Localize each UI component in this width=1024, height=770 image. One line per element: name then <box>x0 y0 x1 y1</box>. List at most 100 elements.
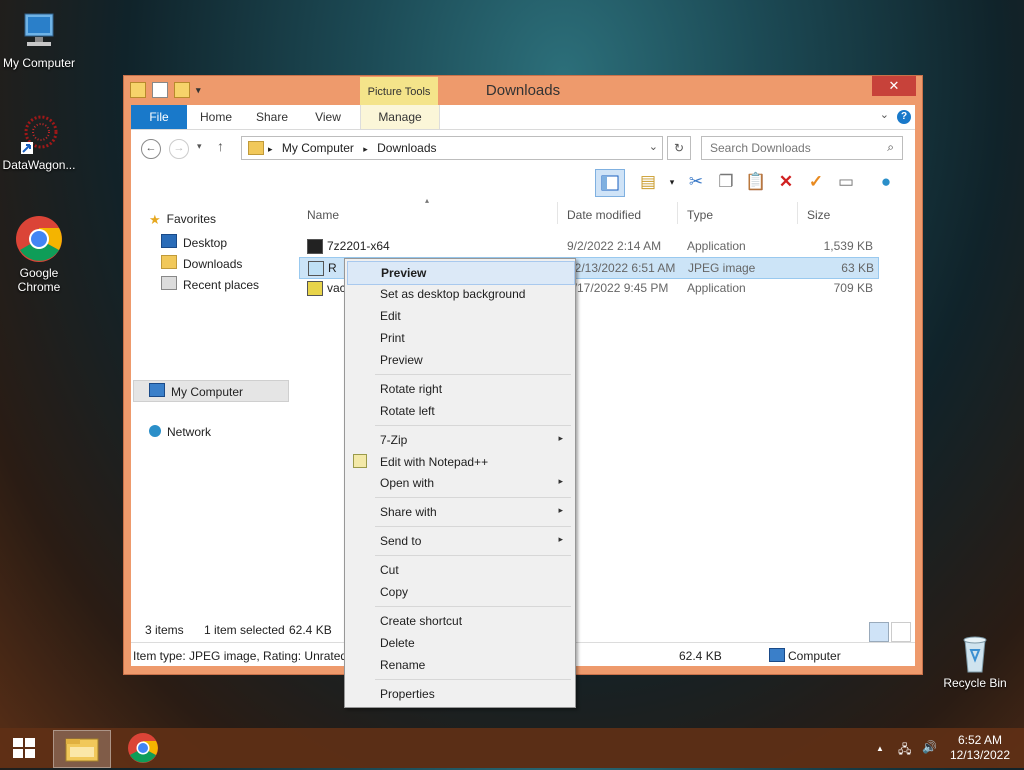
network-icon <box>149 425 161 437</box>
column-header-date[interactable]: Date modified <box>567 208 641 222</box>
globe-icon[interactable]: ● <box>873 169 899 195</box>
menu-item-share-with[interactable]: Share with ▸ <box>347 501 573 523</box>
minimize-button[interactable] <box>818 76 844 96</box>
file-date: 12/13/2022 6:51 AM <box>568 261 676 275</box>
menu-item-label: Rotate right <box>380 382 443 396</box>
menu-item-preview-2[interactable]: Preview <box>347 349 573 371</box>
tab-view[interactable]: View <box>305 105 351 129</box>
clock-date: 12/13/2022 <box>949 748 1010 762</box>
breadcrumb-separator: ▸ <box>363 144 368 154</box>
network-icon[interactable]: 🖧 <box>898 740 911 761</box>
column-header-size[interactable]: Size <box>807 208 830 222</box>
preview-pane-icon[interactable] <box>595 169 625 197</box>
menu-item-set-desktop-background[interactable]: Set as desktop background <box>347 283 573 305</box>
menu-item-rename[interactable]: Rename <box>347 654 573 676</box>
checkmark-icon[interactable]: ✓ <box>803 169 829 195</box>
desktop-icon-recycle-bin[interactable]: Recycle Bin <box>933 630 1017 690</box>
desktop-icon-datawagon[interactable]: DataWagon... <box>0 112 81 172</box>
tab-home[interactable]: Home <box>193 105 239 129</box>
menu-item-preview[interactable]: Preview <box>347 261 575 285</box>
menu-item-label: Rename <box>380 658 426 672</box>
address-dropdown-icon[interactable]: ⌄ <box>649 140 658 153</box>
address-bar[interactable]: ▸ My Computer ▸ Downloads ⌄ <box>241 136 663 160</box>
desktop-icon-my-computer[interactable]: My Computer <box>0 10 81 70</box>
menu-item-send-to[interactable]: Send to ▸ <box>347 530 573 552</box>
close-button[interactable]: ✕ <box>872 76 916 96</box>
copy-icon[interactable]: ❐ <box>713 169 739 195</box>
breadcrumb-my-computer[interactable]: My Computer <box>282 141 354 155</box>
menu-item-cut[interactable]: Cut <box>347 559 573 581</box>
menu-item-edit[interactable]: Edit <box>347 305 573 327</box>
column-divider <box>797 202 798 224</box>
menu-item-rotate-right[interactable]: Rotate right <box>347 378 573 400</box>
forward-button[interactable]: → <box>169 139 189 159</box>
menu-item-rotate-left[interactable]: Rotate left <box>347 400 573 422</box>
menu-item-delete[interactable]: Delete <box>347 632 573 654</box>
item-info: Item type: JPEG image, Rating: Unrated, <box>133 649 351 663</box>
rename-icon[interactable]: ▭ <box>833 169 859 195</box>
breadcrumb-downloads[interactable]: Downloads <box>377 141 436 155</box>
expand-ribbon-icon[interactable]: ⌄ <box>880 108 889 121</box>
menu-item-7zip[interactable]: 7-Zip ▸ <box>347 429 573 451</box>
computer-icon <box>17 10 61 54</box>
column-header-type[interactable]: Type <box>687 208 713 222</box>
show-hidden-icons-icon[interactable]: ▲ <box>876 744 884 753</box>
volume-icon[interactable]: 🔊 <box>922 740 937 754</box>
clock[interactable]: 6:52 AM 12/13/2022 <box>950 733 1010 763</box>
installer-file-icon <box>307 281 323 296</box>
menu-separator <box>375 606 571 607</box>
navigation-pane: ★ Favorites Desktop Downloads Recent plac… <box>131 198 291 628</box>
desktop-icon-label: DataWagon... <box>2 158 76 172</box>
nav-my-computer[interactable]: My Computer <box>149 383 243 399</box>
submenu-arrow-icon: ▸ <box>558 433 563 443</box>
search-icon: ⌕ <box>887 140 894 154</box>
submenu-arrow-icon: ▸ <box>558 476 563 486</box>
large-icons-view-icon[interactable] <box>891 622 911 642</box>
cut-icon[interactable]: ✂ <box>683 169 709 195</box>
recent-locations-icon[interactable]: ▾ <box>197 141 202 152</box>
nav-desktop[interactable]: Desktop <box>161 234 227 250</box>
search-input[interactable]: Search Downloads ⌕ <box>701 136 903 160</box>
tab-share[interactable]: Share <box>249 105 295 129</box>
column-header-name[interactable]: Name <box>307 208 339 222</box>
taskbar-chrome[interactable] <box>118 730 168 766</box>
desktop-icon-label: Recycle Bin <box>943 676 1007 690</box>
chrome-icon <box>128 733 158 763</box>
title-bar[interactable]: ▾ Picture Tools Downloads ✕ <box>124 76 922 105</box>
maximize-button[interactable] <box>844 76 870 96</box>
folder-options-icon[interactable]: ▤ <box>635 169 661 195</box>
menu-item-label: Edit <box>380 309 401 323</box>
paste-icon[interactable]: 📋 <box>743 169 769 195</box>
start-button[interactable] <box>4 730 44 766</box>
address-row: ← → ▾ ↑ ▸ My Computer ▸ Downloads ⌄ ↻ Se… <box>131 130 915 166</box>
recent-places-icon <box>161 276 177 290</box>
options-dropdown-icon[interactable]: ▾ <box>659 169 685 195</box>
menu-separator <box>375 425 571 426</box>
tab-file[interactable]: File <box>131 105 187 129</box>
details-view-icon[interactable] <box>869 622 889 642</box>
taskbar-file-explorer[interactable] <box>53 730 111 768</box>
nav-label: Downloads <box>183 257 243 271</box>
nav-favorites[interactable]: ★ Favorites <box>149 212 216 227</box>
table-row[interactable]: 7z2201-x64 9/2/2022 2:14 AM Application … <box>299 236 877 256</box>
help-icon[interactable]: ? <box>897 110 911 124</box>
submenu-arrow-icon: ▸ <box>558 505 563 515</box>
nav-network[interactable]: Network <box>149 425 211 439</box>
nav-downloads[interactable]: Downloads <box>161 255 242 271</box>
file-explorer-icon <box>65 738 99 762</box>
delete-icon[interactable]: ✕ <box>773 169 799 195</box>
menu-item-edit-with-notepad[interactable]: Edit with Notepad++ <box>347 451 573 473</box>
refresh-button[interactable]: ↻ <box>667 136 691 160</box>
window-title: Downloads <box>485 82 561 99</box>
desktop-icon-google-chrome[interactable]: Google Chrome <box>0 214 81 294</box>
menu-item-create-shortcut[interactable]: Create shortcut <box>347 610 573 632</box>
tab-manage[interactable]: Manage <box>360 105 440 129</box>
menu-item-properties[interactable]: Properties <box>347 683 573 705</box>
menu-item-print[interactable]: Print <box>347 327 573 349</box>
menu-separator <box>375 555 571 556</box>
back-button[interactable]: ← <box>141 139 161 159</box>
up-button[interactable]: ↑ <box>217 138 224 154</box>
nav-recent-places[interactable]: Recent places <box>161 276 259 292</box>
menu-item-copy[interactable]: Copy <box>347 581 573 603</box>
menu-item-open-with[interactable]: Open with ▸ <box>347 472 573 494</box>
